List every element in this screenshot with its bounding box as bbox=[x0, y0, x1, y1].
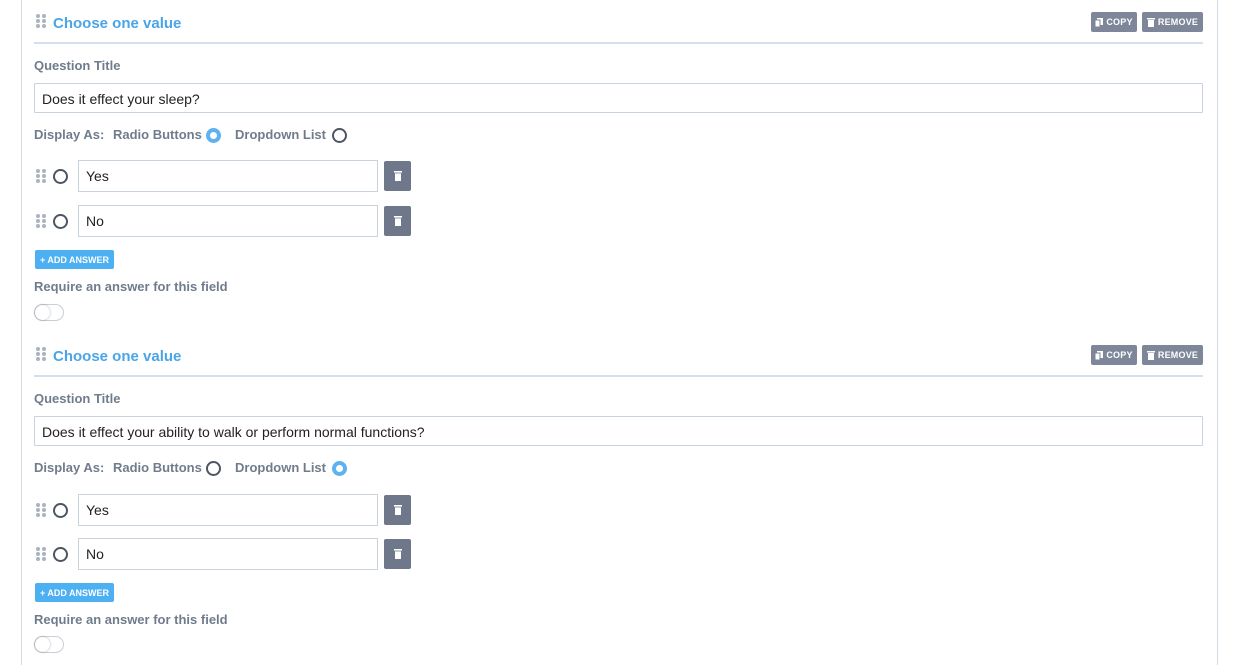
copy-button[interactable]: COPY bbox=[1091, 12, 1137, 32]
add-answer-button[interactable]: + ADD ANSWER bbox=[35, 583, 114, 602]
remove-button[interactable]: REMOVE bbox=[1142, 345, 1203, 365]
answer-input[interactable]: Yes bbox=[78, 160, 378, 192]
display-as-label: Display As: bbox=[34, 127, 105, 142]
answer-row: Yes bbox=[34, 494, 414, 526]
drag-handle-icon[interactable] bbox=[36, 503, 46, 517]
copy-button[interactable]: COPY bbox=[1091, 345, 1137, 365]
drag-handle-icon[interactable] bbox=[36, 547, 46, 561]
radio-buttons-option-label[interactable]: Radio Buttons bbox=[113, 460, 202, 475]
question-block-1: Choose one value COPY REMOVE Question Ti… bbox=[34, 0, 1203, 334]
question-header: Choose one value COPY REMOVE bbox=[34, 333, 1203, 377]
dropdown-list-option-label[interactable]: Dropdown List bbox=[235, 460, 326, 475]
copy-icon bbox=[1095, 17, 1104, 27]
add-answer-button[interactable]: + ADD ANSWER bbox=[35, 250, 114, 269]
answer-row: No bbox=[34, 205, 414, 237]
drag-handle-icon[interactable] bbox=[36, 169, 46, 183]
drag-handle-icon[interactable] bbox=[36, 14, 46, 28]
radio-buttons-option-radio[interactable] bbox=[206, 128, 221, 143]
delete-answer-button[interactable] bbox=[384, 539, 411, 569]
trash-icon bbox=[393, 549, 402, 559]
question-title-label: Question Title bbox=[34, 391, 121, 406]
remove-button-label: REMOVE bbox=[1157, 17, 1199, 27]
drag-handle-icon[interactable] bbox=[36, 347, 46, 361]
require-answer-label: Require an answer for this field bbox=[34, 279, 228, 294]
question-title-input[interactable]: Does it effect your sleep? bbox=[34, 83, 1203, 113]
answer-radio-icon bbox=[53, 503, 68, 518]
answer-radio-icon bbox=[53, 547, 68, 562]
radio-buttons-option-label[interactable]: Radio Buttons bbox=[113, 127, 202, 142]
trash-icon bbox=[393, 171, 402, 181]
question-title-input[interactable]: Does it effect your ability to walk or p… bbox=[34, 416, 1203, 446]
delete-answer-button[interactable] bbox=[384, 206, 411, 236]
delete-answer-button[interactable] bbox=[384, 161, 411, 191]
remove-button-label: REMOVE bbox=[1157, 350, 1199, 360]
trash-icon bbox=[393, 216, 402, 226]
remove-button[interactable]: REMOVE bbox=[1142, 12, 1203, 32]
answer-input[interactable]: Yes bbox=[78, 494, 378, 526]
answer-row: Yes bbox=[34, 160, 414, 192]
question-type-title: Choose one value bbox=[53, 348, 182, 365]
copy-icon bbox=[1095, 350, 1104, 360]
require-answer-label: Require an answer for this field bbox=[34, 612, 228, 627]
answer-radio-icon bbox=[53, 169, 68, 184]
answer-row: No bbox=[34, 538, 414, 570]
delete-answer-button[interactable] bbox=[384, 495, 411, 525]
question-block-2: Choose one value COPY REMOVE Question Ti… bbox=[34, 333, 1203, 667]
answer-radio-icon bbox=[53, 214, 68, 229]
radio-buttons-option-radio[interactable] bbox=[206, 461, 221, 476]
trash-icon bbox=[1146, 350, 1155, 360]
drag-handle-icon[interactable] bbox=[36, 214, 46, 228]
answer-input[interactable]: No bbox=[78, 205, 378, 237]
require-answer-toggle[interactable] bbox=[34, 636, 64, 653]
copy-button-label: COPY bbox=[1106, 350, 1133, 360]
trash-icon bbox=[1146, 17, 1155, 27]
dropdown-list-option-label[interactable]: Dropdown List bbox=[235, 127, 326, 142]
dropdown-list-option-radio[interactable] bbox=[332, 128, 347, 143]
trash-icon bbox=[393, 505, 402, 515]
question-title-label: Question Title bbox=[34, 58, 121, 73]
copy-button-label: COPY bbox=[1106, 17, 1133, 27]
dropdown-list-option-radio[interactable] bbox=[332, 461, 347, 476]
display-as-label: Display As: bbox=[34, 460, 105, 475]
answer-input[interactable]: No bbox=[78, 538, 378, 570]
require-answer-toggle[interactable] bbox=[34, 304, 64, 321]
question-header: Choose one value COPY REMOVE bbox=[34, 0, 1203, 44]
question-type-title: Choose one value bbox=[53, 15, 182, 32]
